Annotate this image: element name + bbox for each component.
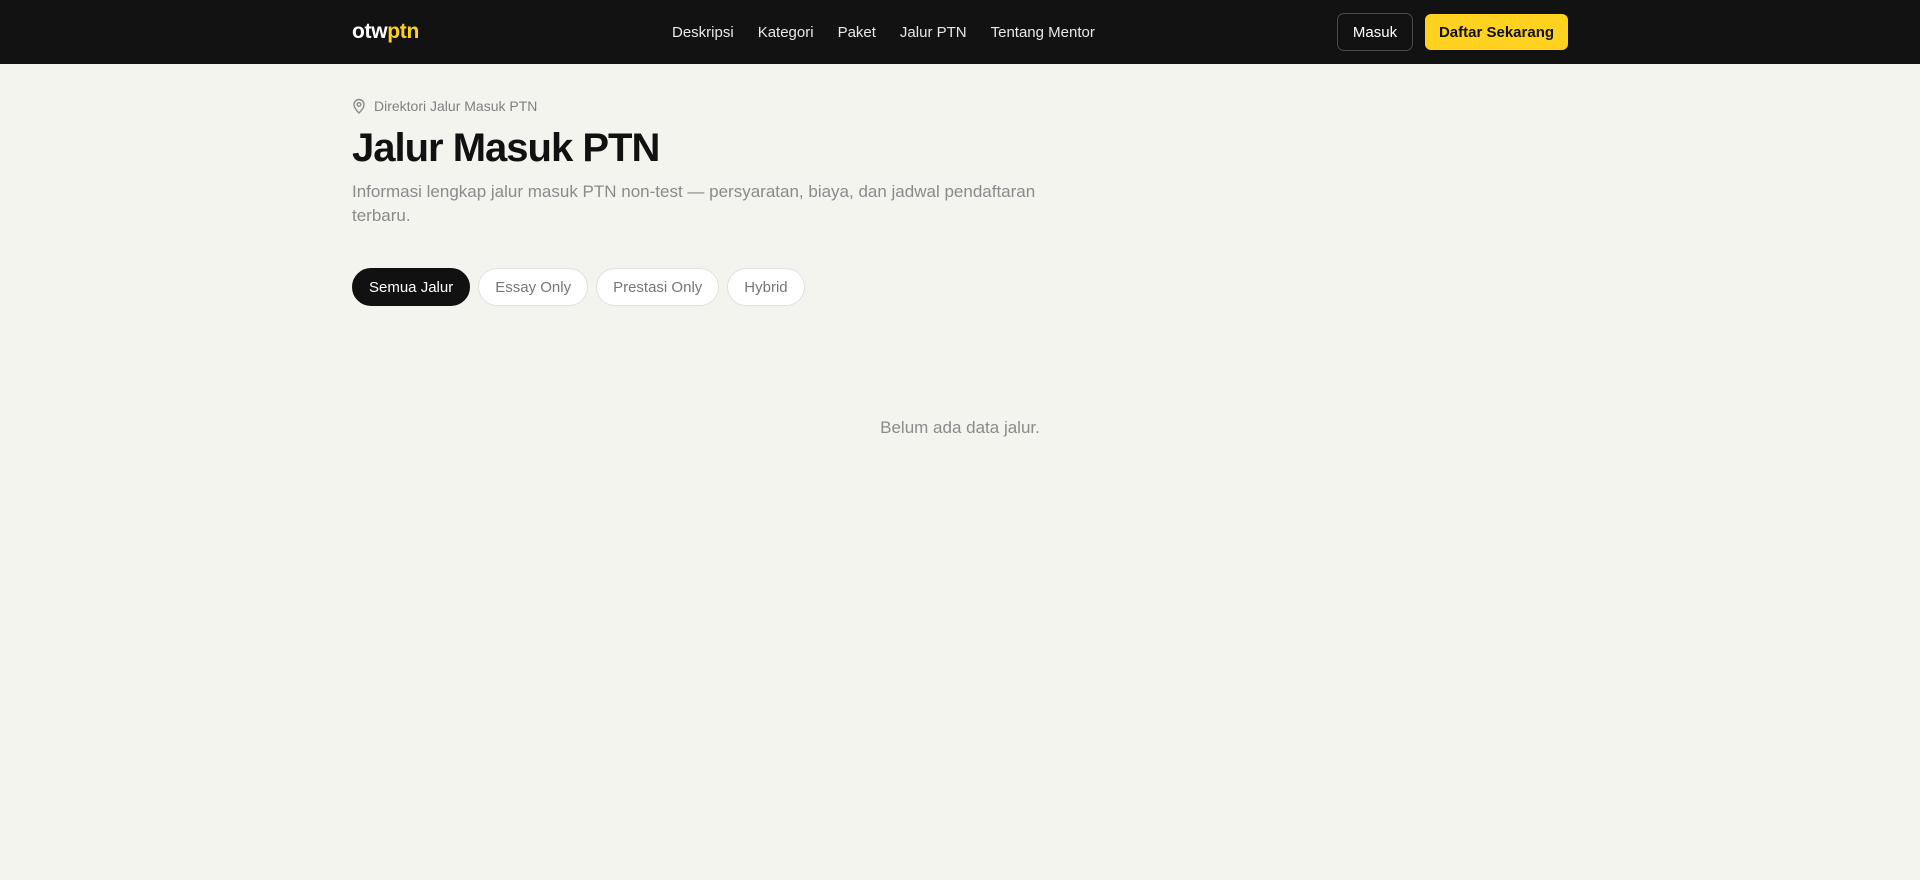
logo-text-otw: otw <box>352 20 388 43</box>
nav-link-tentang-mentor[interactable]: Tentang Mentor <box>991 24 1095 41</box>
login-button[interactable]: Masuk <box>1337 13 1413 51</box>
filter-essay-only[interactable]: Essay Only <box>478 268 589 306</box>
register-button[interactable]: Daftar Sekarang <box>1425 14 1568 50</box>
breadcrumb: Direktori Jalur Masuk PTN <box>352 96 537 116</box>
logo-text-ptn: ptn <box>387 20 420 43</box>
logo[interactable]: otwptn <box>352 19 419 45</box>
filter-chips: Semua Jalur Essay Only Prestasi Only Hyb… <box>352 268 805 306</box>
nav-link-jalur-ptn[interactable]: Jalur PTN <box>900 24 967 41</box>
main-nav: Deskripsi Kategori Paket Jalur PTN Tenta… <box>672 0 1095 64</box>
filter-hybrid[interactable]: Hybrid <box>727 268 805 306</box>
top-navbar: otwptn Deskripsi Kategori Paket Jalur PT… <box>0 0 1920 64</box>
page-title: Jalur Masuk PTN <box>352 126 660 170</box>
empty-state-message: Belum ada data jalur. <box>880 418 1040 437</box>
filter-semua-jalur[interactable]: Semua Jalur <box>352 268 471 306</box>
nav-link-deskripsi[interactable]: Deskripsi <box>672 24 734 41</box>
map-pin-icon <box>352 98 366 114</box>
nav-link-paket[interactable]: Paket <box>838 24 876 41</box>
nav-link-kategori[interactable]: Kategori <box>758 24 814 41</box>
filter-prestasi-only[interactable]: Prestasi Only <box>596 268 720 306</box>
page-subtitle: Informasi lengkap jalur masuk PTN non-te… <box>352 182 1036 225</box>
breadcrumb-label: Direktori Jalur Masuk PTN <box>374 98 538 114</box>
